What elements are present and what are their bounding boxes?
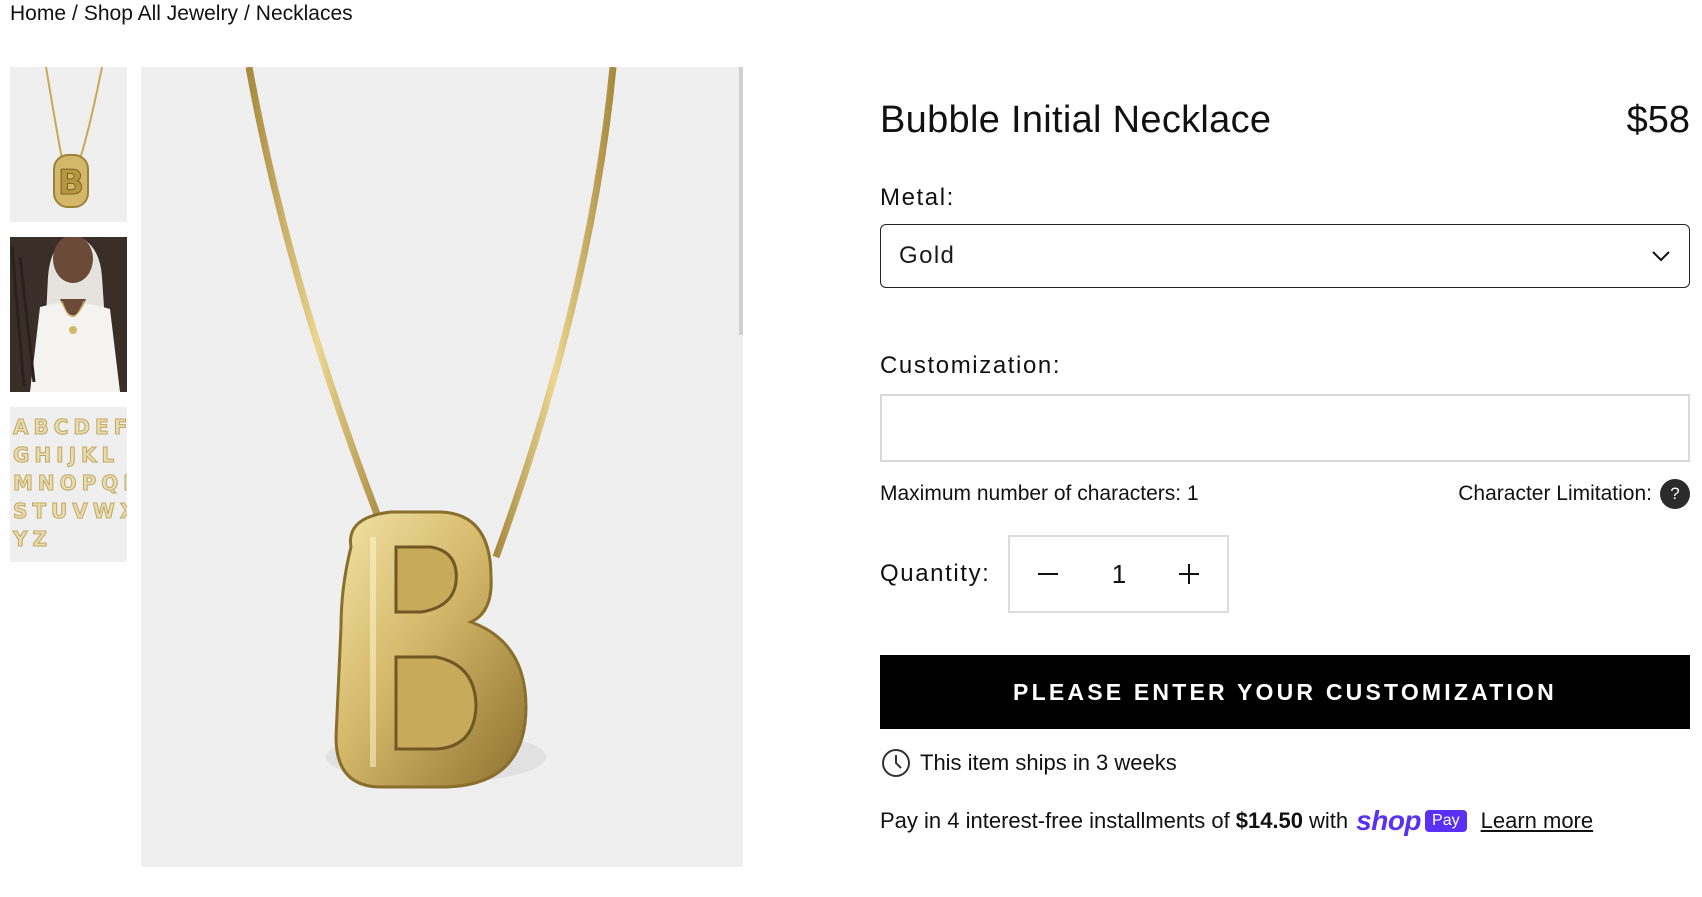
add-to-cart-button[interactable]: PLEASE ENTER YOUR CUSTOMIZATION [880,655,1690,729]
max-characters-text: Maximum number of characters: 1 [880,482,1199,505]
breadcrumb-separator: / [72,2,78,25]
breadcrumb-necklaces-link[interactable]: Necklaces [256,2,353,25]
shop-wordmark: shop [1356,805,1422,836]
character-limit-row: Maximum number of characters: 1 Characte… [880,479,1690,509]
help-icon[interactable]: ? [1660,479,1690,509]
thumbnail-model[interactable] [10,237,127,392]
image-scrollbar[interactable] [739,67,743,335]
quantity-value[interactable]: 1 [1112,559,1126,590]
product-info: Bubble Initial Necklace $58 Metal: Gold … [880,90,1690,837]
installments-row: Pay in 4 interest-free installments of $… [880,805,1690,837]
metal-label: Metal: [880,184,955,211]
decrease-quantity-button[interactable] [1030,556,1066,592]
thumbnail-list: B ABCDEF GHIJKL MNOPQR STUVWX YZ [10,67,127,577]
installments-with: with [1309,808,1349,833]
breadcrumb-shop-link[interactable]: Shop All Jewelry [84,2,238,25]
breadcrumb-home-link[interactable]: Home [10,2,66,25]
installment-amount: $14.50 [1235,808,1304,833]
quantity-label: Quantity: [880,560,991,587]
quantity-stepper: 1 [1008,535,1230,613]
breadcrumb-separator: / [243,2,250,25]
main-product-image[interactable] [141,67,743,867]
model-thumbnail-image [10,237,127,392]
customization-label: Customization: [880,352,1062,379]
pay-badge: Pay [1425,810,1467,832]
plus-icon [1179,564,1200,584]
increase-quantity-button[interactable] [1171,556,1207,592]
installments-prefix: Pay in 4 interest-free installments of [880,808,1230,833]
thumbnail-necklace[interactable]: B [10,67,127,222]
shop-pay-logo: shop Pay [1356,805,1467,837]
product-title: Bubble Initial Necklace [880,98,1272,141]
alphabet-row: MNOPQR [13,471,128,496]
alphabet-row: GHIJKL [13,443,120,468]
thumbnail-alphabet[interactable]: ABCDEF GHIJKL MNOPQR STUVWX YZ [10,407,127,562]
alphabet-row: YZ [13,527,52,552]
product-price: $58 [1626,98,1690,141]
quantity-row: Quantity: 1 [880,535,1690,613]
metal-select[interactable]: Gold [880,224,1690,288]
alphabet-row: STUVWX [13,499,128,524]
character-limitation: Character Limitation: ? [1458,479,1690,509]
title-row: Bubble Initial Necklace $58 [880,90,1690,150]
breadcrumb: Home / Shop All Jewelry / Necklaces [10,2,353,26]
alphabet-row: ABCDEF [13,415,128,440]
thumb-letter: B [58,163,84,203]
learn-more-link[interactable]: Learn more [1481,808,1594,834]
shipping-text: This item ships in 3 weeks [920,750,1177,775]
minus-icon [1038,573,1059,575]
metal-selected-value: Gold [899,242,956,269]
customization-input[interactable] [880,394,1690,462]
shipping-info: This item ships in 3 weeks [880,747,1690,779]
clock-icon [882,749,910,777]
necklace-product-image [141,67,743,867]
character-limitation-label: Character Limitation: [1458,482,1652,505]
chevron-down-icon [1652,251,1670,262]
necklace-thumbnail-image: B [10,67,127,222]
